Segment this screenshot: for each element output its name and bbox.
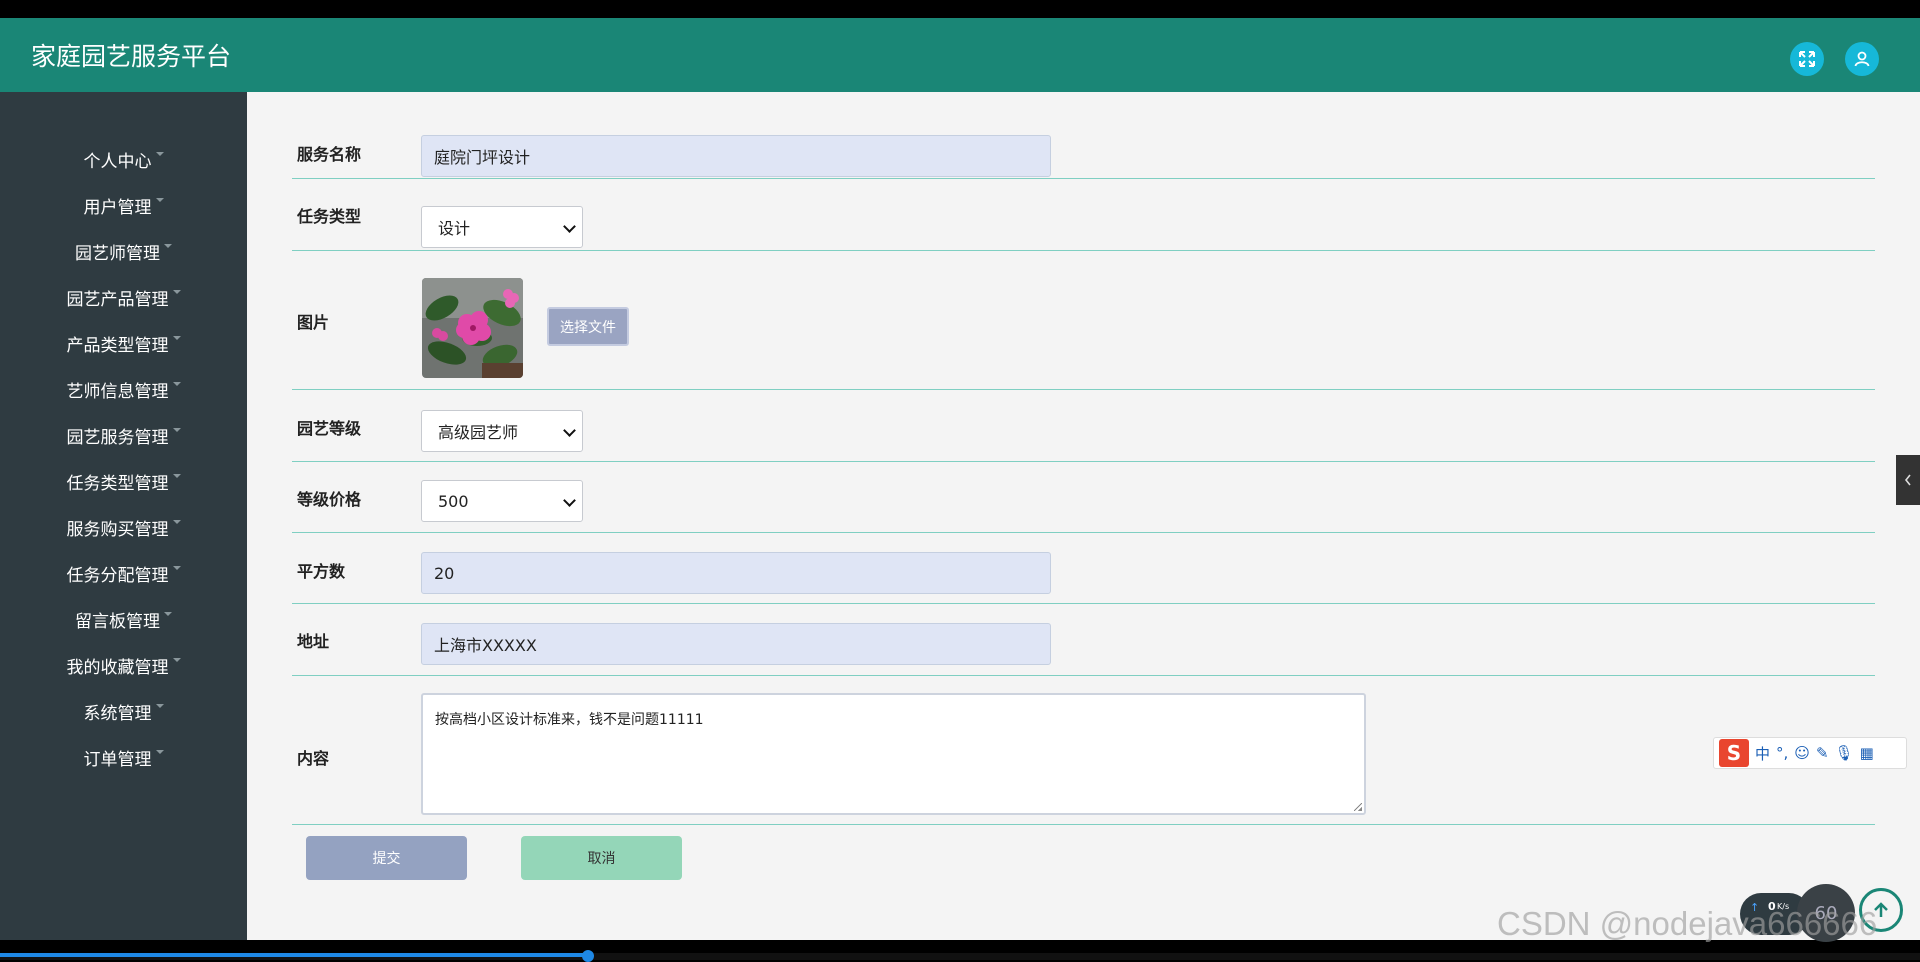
caret-down-icon: [172, 290, 181, 294]
address-label: 地址: [297, 632, 330, 651]
caret-down-icon: [155, 198, 164, 202]
address-input[interactable]: 上海市XXXXX: [421, 623, 1051, 665]
app-title: 家庭园艺服务平台: [31, 42, 232, 71]
microphone-icon[interactable]: 🎙: [1835, 744, 1854, 762]
grid-menu-icon[interactable]: ▦: [1860, 744, 1874, 762]
video-progress-bar[interactable]: [0, 950, 1920, 962]
sidebar-item-system-management[interactable]: 系统管理: [0, 688, 247, 734]
watermark: CSDN @nodejava666666: [1497, 905, 1878, 942]
sidebar-item-product-type-management[interactable]: 产品类型管理: [0, 320, 247, 366]
level-select[interactable]: 高级园艺师: [421, 410, 583, 452]
task-type-label: 任务类型: [297, 207, 362, 226]
choose-file-button[interactable]: 选择文件: [547, 307, 629, 346]
service-name-label: 服务名称: [297, 145, 362, 164]
caret-down-icon: [155, 750, 164, 754]
emoji-icon[interactable]: ☺: [1794, 744, 1810, 762]
caret-down-icon: [172, 382, 181, 386]
fullscreen-icon[interactable]: [1790, 42, 1824, 76]
sidebar-item-personal-center[interactable]: 个人中心: [0, 136, 247, 182]
area-input[interactable]: 20: [421, 552, 1051, 594]
caret-down-icon: [172, 336, 181, 340]
sidebar-item-product-management[interactable]: 园艺产品管理: [0, 274, 247, 320]
chevron-down-icon: [563, 494, 576, 507]
price-select[interactable]: 500: [421, 480, 583, 522]
area-label: 平方数: [297, 562, 346, 581]
level-label: 园艺等级: [297, 419, 362, 438]
sidebar-item-message-board-management[interactable]: 留言板管理: [0, 596, 247, 642]
video-progress-fill: [0, 953, 588, 957]
submit-button[interactable]: 提交: [306, 836, 467, 880]
sidebar-item-favorites-management[interactable]: 我的收藏管理: [0, 642, 247, 688]
sidebar-item-service-management[interactable]: 园艺服务管理: [0, 412, 247, 458]
sidebar: 个人中心 用户管理 园艺师管理 园艺产品管理 产品类型管理 艺师信息管理 园艺服…: [0, 92, 247, 940]
chevron-down-icon: [563, 424, 576, 437]
caret-down-icon: [172, 520, 181, 524]
image-label: 图片: [297, 313, 330, 332]
resize-handle-icon[interactable]: [1354, 803, 1362, 811]
chevron-left-icon: [1904, 474, 1911, 486]
sogou-logo-icon: S: [1719, 739, 1749, 767]
service-name-input[interactable]: 庭院门坪设计: [421, 135, 1051, 177]
content-label: 内容: [297, 749, 330, 768]
sidebar-item-order-management[interactable]: 订单管理: [0, 734, 247, 780]
caret-down-icon: [164, 612, 172, 616]
caret-down-icon: [172, 474, 181, 478]
sidebar-item-task-type-management[interactable]: 任务类型管理: [0, 458, 247, 504]
caret-down-icon: [155, 704, 164, 708]
caret-down-icon: [172, 658, 181, 662]
chevron-down-icon: [563, 220, 576, 233]
caret-down-icon: [155, 152, 164, 156]
user-icon[interactable]: [1845, 42, 1879, 76]
caret-down-icon: [164, 244, 172, 248]
sidebar-item-task-assignment-management[interactable]: 任务分配管理: [0, 550, 247, 596]
caret-down-icon: [172, 428, 181, 432]
video-progress-knob[interactable]: [581, 950, 594, 962]
task-type-select[interactable]: 设计: [421, 206, 583, 248]
sidebar-item-gardener-management[interactable]: 园艺师管理: [0, 228, 247, 274]
ime-mode-toggle[interactable]: 中: [1755, 743, 1770, 764]
uploaded-image-thumbnail: [422, 278, 523, 378]
collapse-panel-tab[interactable]: [1896, 455, 1920, 505]
sidebar-menu: 个人中心 用户管理 园艺师管理 园艺产品管理 产品类型管理 艺师信息管理 园艺服…: [0, 136, 247, 780]
price-label: 等级价格: [297, 490, 362, 509]
cancel-button[interactable]: 取消: [521, 836, 682, 880]
sidebar-item-user-management[interactable]: 用户管理: [0, 182, 247, 228]
caret-down-icon: [172, 566, 181, 570]
ime-toolbar: S 中 °, ☺ ✎ 🎙 ▦: [1713, 737, 1907, 769]
form-row-image: 图片: [292, 250, 1875, 390]
pen-icon[interactable]: ✎: [1816, 744, 1829, 762]
sidebar-item-gardener-info-management[interactable]: 艺师信息管理: [0, 366, 247, 412]
punctuation-icon[interactable]: °,: [1776, 744, 1788, 762]
sidebar-item-purchase-management[interactable]: 服务购买管理: [0, 504, 247, 550]
top-bar: 家庭园艺服务平台: [0, 18, 1920, 92]
content-textarea[interactable]: 按高档小区设计标准来，钱不是问题11111: [421, 693, 1366, 815]
